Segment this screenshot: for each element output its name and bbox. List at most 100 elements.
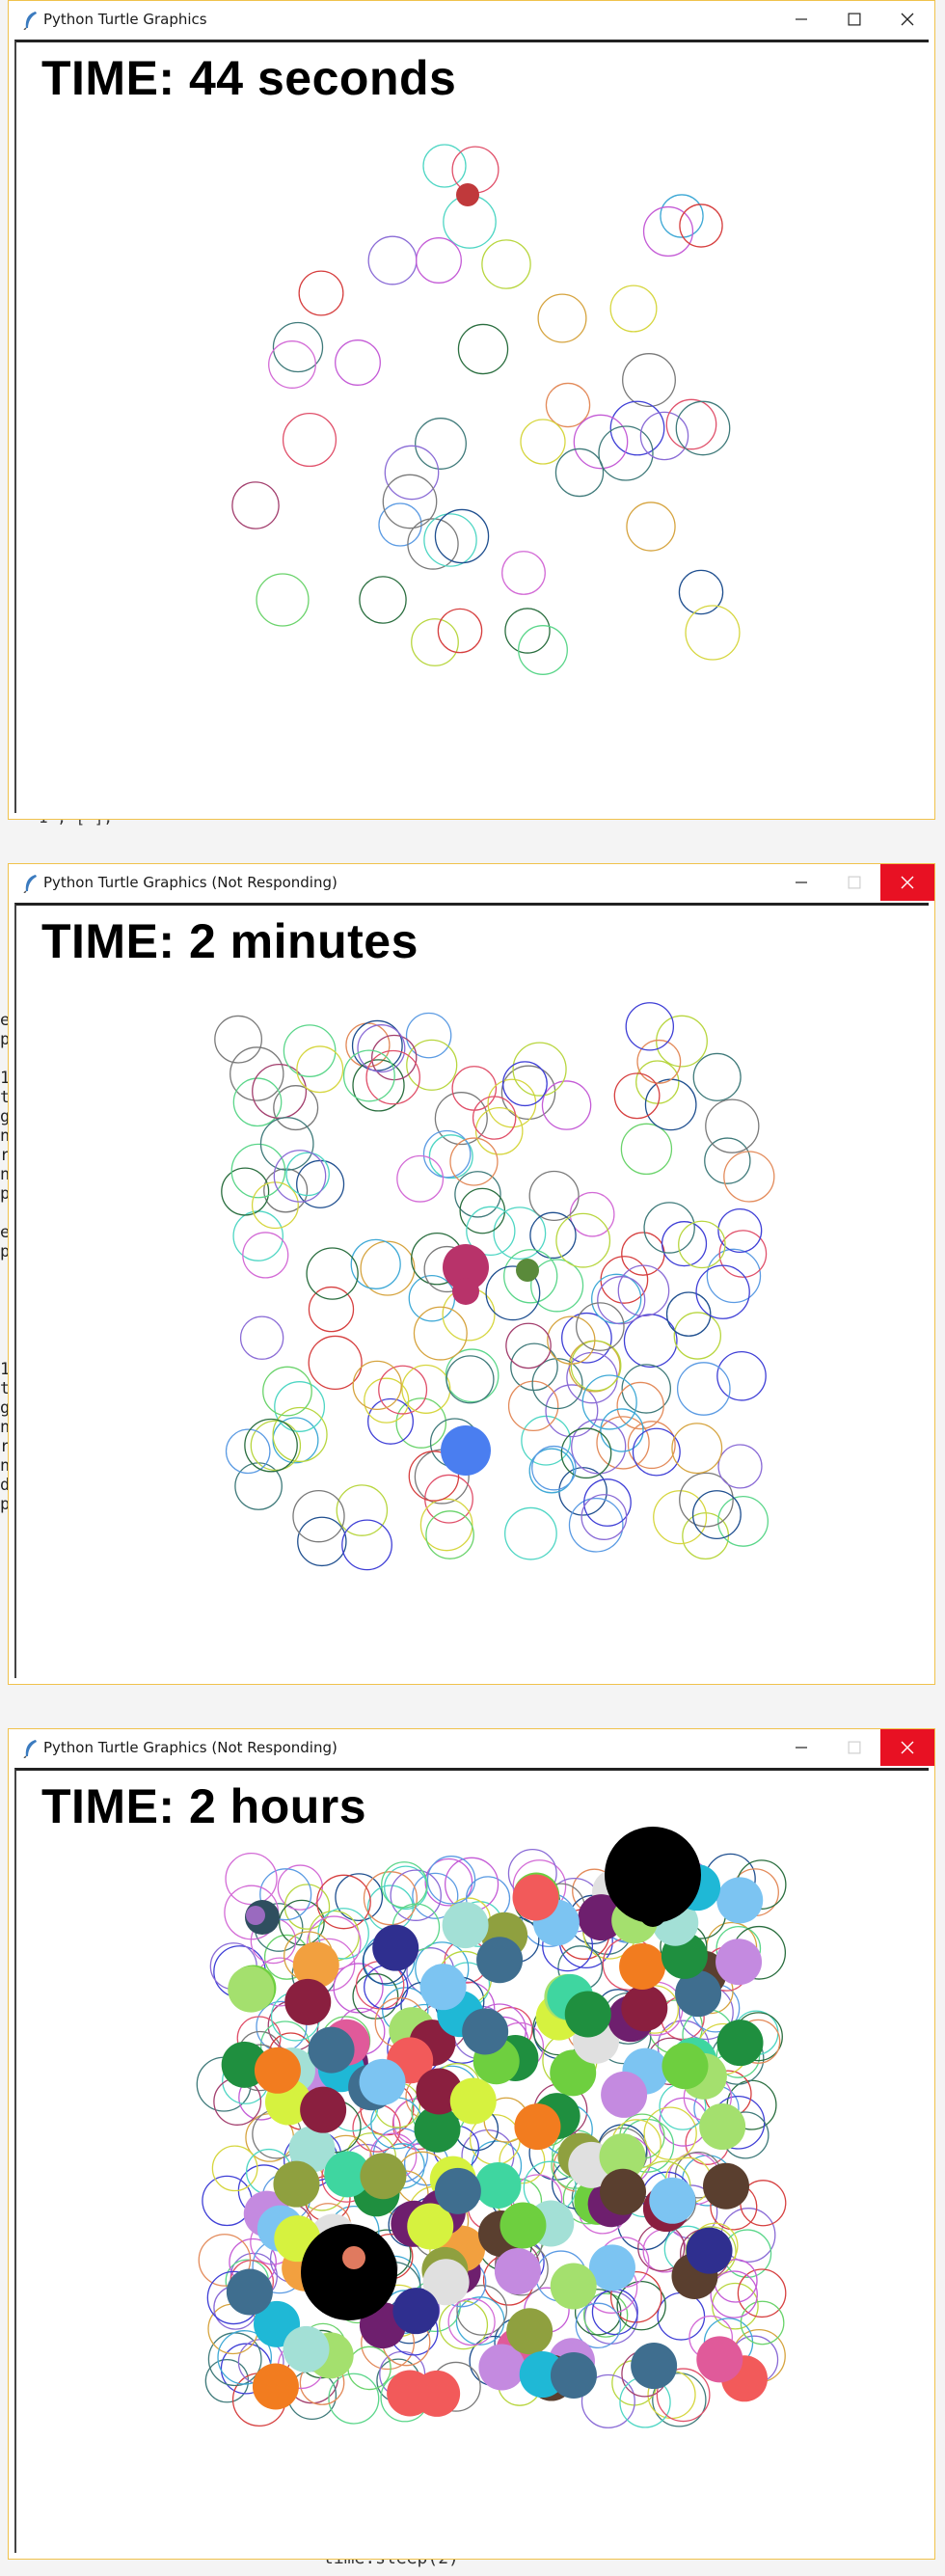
filled-circle [254,2047,301,2094]
outline-circle [520,419,566,465]
outline-circle [316,1874,371,1930]
outline-circle [225,1428,271,1475]
filled-circle [456,183,479,206]
filled-circle [228,1966,275,2013]
window-title: Python Turtle Graphics (Not Responding) [43,1739,338,1756]
minimize-icon [796,18,807,20]
outline-circle [537,293,587,343]
outline-circle [487,1078,537,1128]
filled-circle [550,2351,597,2399]
turtle-canvas[interactable]: TIME: 44 seconds [14,40,929,813]
filled-circle [649,2177,696,2224]
filled-circle [506,2308,554,2355]
turtle-canvas[interactable]: TIME: 2 minutes [14,903,929,1678]
outline-circle [609,285,658,333]
outline-circle [437,608,483,654]
filled-circle [226,2268,273,2316]
outline-circle [407,518,459,570]
filled-circle [716,1877,764,1924]
filled-circle [686,2227,733,2274]
close-button[interactable] [880,864,934,901]
maximize-button[interactable] [827,1729,881,1766]
maximize-icon [848,876,861,889]
outline-circle [251,1181,299,1230]
window-title: Python Turtle Graphics (Not Responding) [43,874,338,891]
outline-circle [685,605,741,661]
outline-circle [636,1039,682,1084]
outline-circle [298,270,344,316]
outline-circle [447,2297,496,2346]
minimize-button[interactable] [774,1729,828,1766]
outline-circle [541,1080,592,1130]
outline-circle [367,235,418,285]
filled-circle [621,1985,668,2032]
filled-circle [696,2336,743,2383]
outline-circle [642,205,694,258]
maximize-icon [848,1741,861,1754]
outline-circle [705,1098,760,1153]
outline-circle [231,481,280,529]
circle-scene [214,1002,775,1571]
filled-circle [372,1924,419,1971]
outline-circle [457,323,509,375]
filled-circle [252,2363,299,2410]
close-button[interactable] [880,1,934,38]
turtle-window-1[interactable]: Python Turtle Graphics TIME: 44 seconds [8,0,935,820]
outline-circle [451,1066,498,1111]
outline-circle [415,418,467,470]
filled-circle [662,2043,709,2090]
outline-circle [621,1232,665,1276]
outline-circle [204,2358,250,2403]
filled-circle [619,1942,666,1990]
outline-circle [500,1065,556,1121]
outline-circle [296,1159,345,1208]
filled-circle [702,2162,749,2210]
outline-circle [342,1049,395,1102]
outline-circle [644,1078,697,1131]
title-bar[interactable]: Python Turtle Graphics (Not Responding) [9,864,934,903]
turtle-window-3[interactable]: Python Turtle Graphics (Not Responding) … [8,1728,935,2560]
filled-circle [301,2224,397,2320]
outline-circle [692,1052,742,1101]
filled-circle [419,1964,467,2011]
filled-circle [474,2161,522,2209]
filled-circle [360,2153,407,2200]
outline-circle [717,1495,769,1547]
outline-circle [357,1024,406,1073]
outline-circle [365,1049,420,1105]
minimize-button[interactable] [774,1,828,38]
title-bar[interactable]: Python Turtle Graphics (Not Responding) [9,1729,934,1768]
maximize-button[interactable] [827,1,881,38]
close-icon [901,13,914,26]
outline-circle [283,1024,337,1077]
filled-circle [601,2071,648,2118]
title-bar[interactable]: Python Turtle Graphics [9,1,934,40]
outline-circle [378,502,422,547]
filled-circle [452,1278,479,1305]
turtle-canvas[interactable]: TIME: 2 hours [14,1768,929,2553]
outline-circle [230,1046,284,1101]
outline-circle [639,411,689,461]
outline-circle [422,1129,472,1179]
outline-circle [306,1247,359,1300]
outline-circle [616,2280,666,2331]
outline-circle [555,1212,611,1268]
filled-circle [716,1939,763,1986]
window-title: Python Turtle Graphics [43,11,207,28]
outline-circle [512,1042,567,1097]
minimize-button[interactable] [774,864,828,901]
outline-circle [292,1489,345,1543]
outline-circle [336,1484,389,1536]
filled-circle [246,1906,265,1925]
outline-circle [695,1264,750,1319]
maximize-button[interactable] [827,864,881,901]
outline-circle [545,382,591,428]
outline-circle [268,340,316,389]
outline-circle [405,1012,452,1059]
outline-circle [704,1137,751,1184]
turtle-window-2[interactable]: Python Turtle Graphics (Not Responding) … [8,863,935,1685]
filled-circle [283,2325,330,2373]
outline-circle [678,1220,726,1269]
close-button[interactable] [880,1729,934,1766]
outline-circle [616,1381,664,1430]
